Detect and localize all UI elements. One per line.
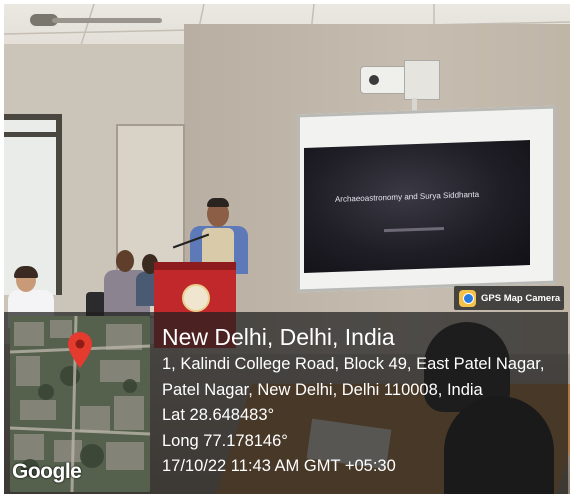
address-line-1: 1, Kalindi College Road, Block 49, East … [162, 355, 545, 373]
address-line-2: Patel Nagar, New Delhi, Delhi 110008, In… [162, 380, 483, 399]
window-frame-bar [4, 132, 56, 137]
speaker-hair [207, 198, 229, 207]
fan-blade [52, 18, 162, 23]
gps-app-name: GPS Map Camera [481, 292, 561, 304]
person-hair [14, 266, 38, 278]
longitude: Long 77.178146° [162, 431, 288, 450]
gps-map-camera-badge: GPS Map Camera [454, 286, 564, 310]
projected-slide: Archaeoastronomy and Surya Siddhanta [304, 140, 530, 273]
gps-map-camera-icon [459, 289, 476, 307]
college-emblem [182, 284, 210, 312]
location-city: New Delhi, Delhi, India [162, 324, 395, 350]
slide-subtitle-line [384, 227, 444, 233]
latitude: Lat 28.648483° [162, 406, 275, 424]
timestamp: 17/10/22 11:43 AM GMT +05:30 [162, 457, 396, 475]
location-pin-icon [68, 332, 92, 368]
projector-lens [369, 75, 379, 85]
google-logo: Google [12, 460, 82, 483]
photo-frame: Archaeoastronomy and Surya Siddhanta GPS… [0, 0, 572, 496]
location-info: New Delhi, Delhi, India 1, Kalindi Colle… [162, 322, 544, 480]
projector-mount [404, 60, 440, 100]
person-head [116, 250, 134, 272]
gps-icon-dot [463, 292, 474, 304]
ceiling-fan [12, 14, 172, 28]
slide-title: Archaeoastronomy and Surya Siddhanta [334, 189, 480, 204]
